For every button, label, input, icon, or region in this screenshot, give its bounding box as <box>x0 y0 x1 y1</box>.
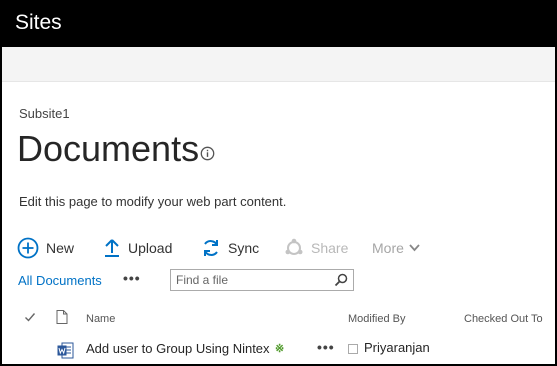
ribbon-strip <box>2 47 555 82</box>
share-label: Share <box>311 240 349 256</box>
view-all-documents[interactable]: All Documents <box>18 273 102 288</box>
chevron-down-icon <box>409 244 420 252</box>
new-label: New <box>46 240 75 256</box>
document-name-link[interactable]: Add user to Group Using Nintex <box>86 341 270 356</box>
more-label: More <box>372 240 404 256</box>
view-options-ellipsis[interactable]: ••• <box>123 270 141 286</box>
find-file-box[interactable] <box>170 269 354 291</box>
sync-button[interactable]: Sync <box>201 235 259 261</box>
upload-icon <box>103 238 121 258</box>
sync-label: Sync <box>228 240 260 256</box>
column-header-modified-by[interactable]: Modified By <box>348 313 405 325</box>
row-options-ellipsis[interactable]: ••• <box>317 339 335 355</box>
window-frame-left <box>0 0 2 366</box>
page-title: Documents <box>17 128 200 169</box>
select-all-check-icon[interactable] <box>24 311 36 326</box>
upload-label: Upload <box>128 240 173 256</box>
new-item-icon: ※ <box>275 343 285 355</box>
word-doc-icon[interactable] <box>57 342 74 364</box>
modified-by-link[interactable]: Priyaranjan <box>364 340 430 355</box>
file-type-icon[interactable] <box>56 310 68 327</box>
suite-title[interactable]: Sites <box>15 11 62 35</box>
edit-page-hint: Edit this page to modify your web part c… <box>19 194 287 209</box>
column-header-checked-out-to[interactable]: Checked Out To <box>464 313 543 325</box>
more-button[interactable]: More <box>372 235 420 261</box>
upload-button[interactable]: Upload <box>103 235 172 261</box>
search-icon[interactable] <box>334 273 348 292</box>
table-row[interactable]: Add user to Group Using Nintex ※ ••• Pri… <box>2 337 555 364</box>
breadcrumb[interactable]: Subsite1 <box>19 106 70 121</box>
info-icon[interactable] <box>200 146 215 161</box>
share-icon <box>284 238 304 258</box>
new-button[interactable]: New <box>17 235 74 261</box>
share-button[interactable]: Share <box>284 235 348 261</box>
sync-icon <box>201 238 221 258</box>
column-header-name[interactable]: Name <box>86 313 115 325</box>
presence-indicator <box>348 344 358 354</box>
suite-bar: Sites <box>0 0 557 47</box>
plus-circle-icon <box>17 237 39 259</box>
search-input[interactable] <box>176 272 326 288</box>
